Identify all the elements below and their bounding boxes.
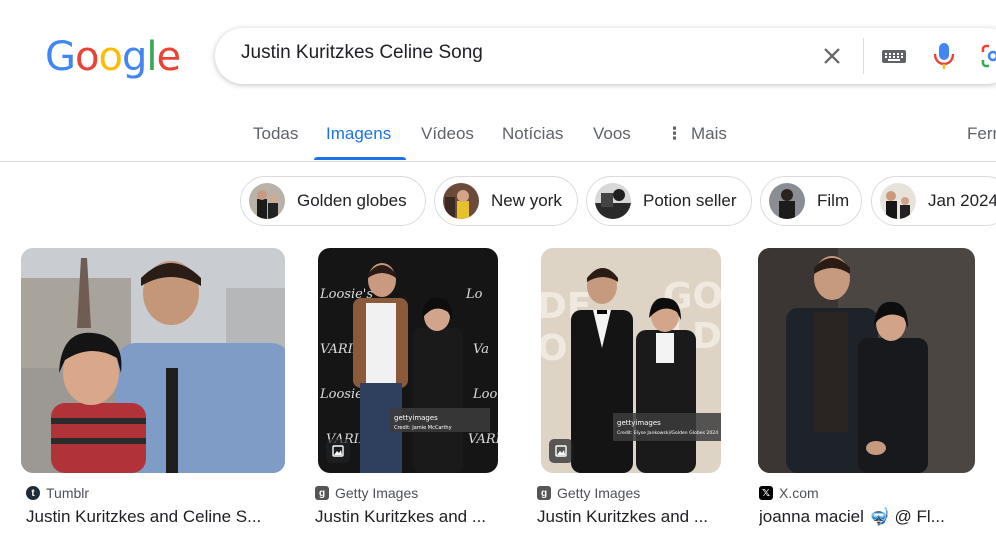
image-icon	[326, 439, 350, 463]
chip-label: Potion seller	[643, 191, 737, 210]
result-thumbnail[interactable]	[21, 248, 285, 473]
getty-favicon-icon: g	[537, 486, 551, 500]
result-title[interactable]: Justin Kuritzkes and ...	[315, 507, 505, 527]
microphone-icon[interactable]	[933, 42, 955, 70]
result-source[interactable]: 𝕏 X.com	[759, 485, 819, 501]
search-tabs: Todas Imagens Vídeos Notícias Voos ⋮ Mais…	[0, 112, 996, 162]
keyboard-icon[interactable]	[881, 46, 907, 66]
result-title[interactable]: joanna maciel 🤿 @ Fl...	[759, 507, 974, 527]
tab-more-label: Mais	[691, 124, 727, 143]
chip-thumbnail	[249, 183, 285, 219]
tab-news[interactable]: Notícias	[502, 124, 563, 144]
image-icon	[549, 439, 573, 463]
chip-thumbnail	[880, 183, 916, 219]
getty-credit: Credit: Elyse Jankowski/Golden Globes 20…	[617, 430, 718, 436]
result-source[interactable]: g Getty Images	[537, 485, 640, 501]
logo-letter: g	[121, 34, 147, 80]
result-source-label: Tumblr	[46, 485, 90, 501]
chip-label: Jan 2024	[928, 191, 996, 210]
tab-images[interactable]: Imagens	[326, 124, 391, 144]
logo-letter: o	[98, 34, 123, 80]
chip-film[interactable]: Film	[760, 176, 862, 226]
chip-new-york[interactable]: New york	[434, 176, 578, 226]
chip-label: New york	[491, 191, 562, 210]
search-input[interactable]	[241, 42, 801, 64]
result-source-label: Getty Images	[557, 485, 641, 501]
chip-label: Golden globes	[297, 191, 407, 210]
chip-label: Film	[817, 191, 850, 210]
result-source-label: Getty Images	[335, 485, 419, 501]
logo-letter: o	[75, 34, 100, 80]
tab-more[interactable]: ⋮ Mais	[666, 124, 727, 144]
result-thumbnail[interactable]: Loosie's Lo VARIET Va Loosie's Loo VARIETY V…	[318, 248, 498, 473]
result-title[interactable]: Justin Kuritzkes and ...	[537, 507, 727, 527]
tab-all[interactable]: Todas	[253, 124, 298, 144]
tab-flights[interactable]: Voos	[593, 124, 631, 144]
logo-letter: G	[45, 34, 76, 80]
google-lens-icon[interactable]	[980, 43, 996, 69]
result-thumbnail[interactable]: DEOB GOLD gettyimages Credit: Elyse Jank…	[541, 248, 721, 473]
chip-potion-seller[interactable]: Potion seller	[586, 176, 752, 226]
search-box	[215, 28, 996, 84]
result-title[interactable]: Justin Kuritzkes and Celine S...	[26, 507, 286, 527]
getty-watermark: gettyimages	[617, 419, 661, 427]
result-source[interactable]: g Getty Images	[315, 485, 418, 501]
more-vert-icon: ⋮	[666, 124, 683, 143]
tab-videos[interactable]: Vídeos	[421, 124, 474, 144]
chip-thumbnail	[443, 183, 479, 219]
getty-credit: Credit: Jamie McCarthy	[394, 425, 452, 431]
search-divider	[863, 38, 864, 74]
logo-letter: e	[156, 34, 181, 80]
svg-text:Loo: Loo	[472, 387, 497, 402]
x-favicon-icon: 𝕏	[759, 486, 773, 500]
getty-favicon-icon: g	[315, 486, 329, 500]
google-logo[interactable]: Google	[45, 34, 181, 80]
chip-jan-2024[interactable]: Jan 2024	[871, 176, 996, 226]
svg-text:VARI: VARI	[468, 432, 498, 447]
svg-text:Va: Va	[473, 342, 489, 357]
result-thumbnail[interactable]	[758, 248, 975, 473]
svg-text:Lo: Lo	[465, 287, 483, 302]
logo-letter: l	[146, 34, 157, 80]
chip-thumbnail	[595, 183, 631, 219]
result-source[interactable]: t Tumblr	[26, 485, 89, 501]
getty-watermark: gettyimages	[394, 414, 438, 422]
chip-golden-globes[interactable]: Golden globes	[240, 176, 426, 226]
tumblr-favicon-icon: t	[26, 486, 40, 500]
tab-tools[interactable]: Ferr	[967, 124, 996, 144]
result-source-label: X.com	[779, 485, 819, 501]
active-tab-indicator	[314, 157, 406, 160]
clear-icon[interactable]	[820, 44, 844, 68]
chip-thumbnail	[769, 183, 805, 219]
